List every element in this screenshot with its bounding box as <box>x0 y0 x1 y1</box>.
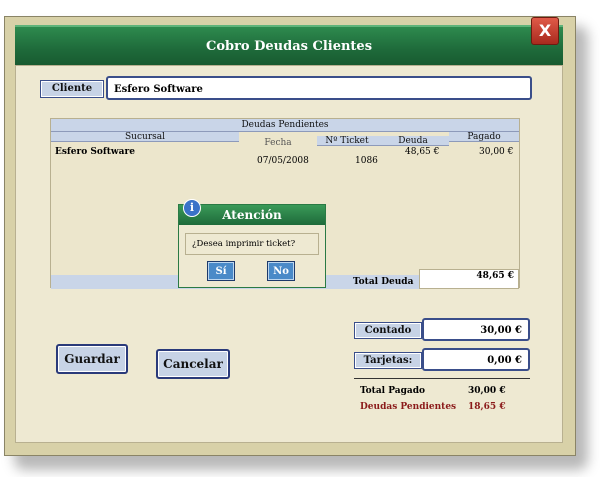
total-divider <box>354 378 530 379</box>
guardar-button[interactable]: Guardar <box>56 344 128 374</box>
cancelar-button[interactable]: Cancelar <box>156 349 230 379</box>
cliente-value: Esfero Software <box>114 84 203 95</box>
total-pagado-value: 30,00 € <box>468 386 506 396</box>
contado-field[interactable]: 30,00 € <box>422 318 530 341</box>
cobro-window: Cobro Deudas Clientes X Cliente Esfero S… <box>4 16 576 456</box>
cell-deuda: 48,65 € <box>405 147 440 157</box>
close-icon[interactable]: X <box>531 17 559 45</box>
yes-button[interactable]: Sí <box>207 261 235 281</box>
atencion-dialog: Atención i ¿Desea imprimir ticket? Sí No <box>178 199 326 288</box>
total-deuda-box: 48,65 € <box>419 269 519 289</box>
no-button[interactable]: No <box>267 261 295 281</box>
total-pagado-label: Total Pagado <box>360 386 425 396</box>
total-deuda-label: Total Deuda <box>353 277 414 287</box>
dialog-message: ¿Desea imprimir ticket? <box>185 233 319 255</box>
deudas-title: Deudas Pendientes <box>51 119 519 132</box>
cliente-label: Cliente <box>40 80 104 98</box>
tarjetas-field[interactable]: 0,00 € <box>422 348 530 371</box>
contado-value: 30,00 € <box>480 325 522 336</box>
contado-label: Contado <box>354 322 422 339</box>
cell-sucursal: Esfero Software <box>55 147 135 157</box>
deudas-pendientes-value: 18,65 € <box>468 402 506 412</box>
total-deuda-value: 48,65 € <box>476 271 514 281</box>
col-pagado[interactable]: Pagado <box>449 132 519 142</box>
tarjetas-value: 0,00 € <box>487 355 522 366</box>
deudas-pendientes-label: Deudas Pendientes <box>360 402 457 412</box>
tarjetas-label: Tarjetas: <box>354 352 422 369</box>
cliente-field[interactable]: Esfero Software <box>106 76 532 100</box>
window-title: Cobro Deudas Clientes <box>205 39 373 54</box>
col-sucursal[interactable]: Sucursal <box>51 132 239 142</box>
cell-ticket: 1086 <box>355 156 378 166</box>
cell-pagado: 30,00 € <box>479 147 514 157</box>
title-bar[interactable]: Cobro Deudas Clientes X <box>15 17 563 65</box>
cell-fecha: 07/05/2008 <box>257 156 309 166</box>
window-content: Cliente Esfero Software Deudas Pendiente… <box>15 65 563 443</box>
info-icon: i <box>183 199 201 217</box>
table-row[interactable]: Esfero Software 07/05/2008 1086 48,65 € … <box>51 145 519 169</box>
